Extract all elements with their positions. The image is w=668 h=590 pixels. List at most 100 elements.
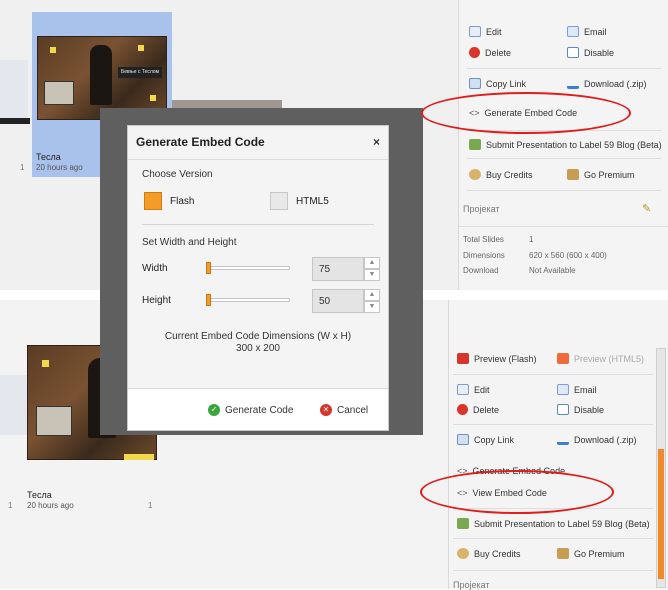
email-action[interactable]: Email [557, 384, 597, 395]
screen-graphic [44, 81, 74, 105]
actions-panel-top: Edit Email Delete Disable Copy Link Down… [458, 0, 668, 290]
generate-code-label: Generate Code [225, 404, 294, 416]
height-label: Height [142, 295, 171, 306]
partial-thumbnail[interactable] [0, 375, 28, 435]
credits-icon [457, 548, 469, 559]
submit-presentation-label: Submit Presentation to Label 59 Blog (Be… [474, 518, 650, 529]
pencil-icon[interactable]: ✎ [642, 202, 651, 215]
height-slider-handle[interactable] [206, 294, 211, 306]
check-icon: ✓ [208, 404, 220, 416]
copy-link-action[interactable]: Copy Link [469, 78, 526, 89]
submit-presentation-action[interactable]: Submit Presentation to Label 59 Blog (Be… [469, 139, 662, 150]
edit-label: Edit [486, 26, 502, 37]
stepper-down-icon[interactable]: ▼ [364, 269, 380, 281]
email-icon [567, 26, 579, 37]
generate-code-button[interactable]: ✓ Generate Code [208, 404, 293, 416]
preview-flash-action[interactable]: Preview (Flash) [457, 353, 537, 364]
download-label: Download (.zip) [584, 78, 647, 89]
cancel-icon: ✕ [320, 404, 332, 416]
dimensions-label: Dimensions [463, 251, 505, 260]
email-label: Email [584, 26, 607, 37]
set-size-heading: Set Width and Height [142, 237, 237, 248]
dialog-footer: ✓ Generate Code ✕ Cancel [128, 388, 388, 430]
premium-icon [567, 169, 579, 180]
stepper-down-icon[interactable]: ▼ [364, 301, 380, 313]
delete-icon [469, 47, 480, 58]
height-slider-track[interactable] [206, 298, 290, 302]
thumbnail-caption-bar [124, 454, 154, 460]
height-input[interactable]: 50 [312, 289, 364, 313]
copy-link-icon [469, 78, 481, 89]
copy-link-label: Copy Link [474, 434, 515, 445]
stepper-up-icon[interactable]: ▲ [364, 257, 380, 269]
disable-label: Disable [574, 404, 605, 415]
dimensions-heading: Current Embed Code Dimensions (W x H) [164, 331, 352, 342]
presentation-slide-count: 1 [148, 501, 153, 510]
go-premium-label: Go Premium [584, 169, 635, 180]
download-label: Download (.zip) [574, 434, 637, 445]
presentation-time: 20 hours ago [27, 501, 74, 510]
total-slides-label: Total Slides [463, 235, 504, 244]
submit-presentation-label: Submit Presentation to Label 59 Blog (Be… [486, 139, 662, 150]
vertical-scrollbar[interactable] [656, 348, 666, 588]
width-stepper[interactable]: ▲ ▼ [364, 257, 380, 281]
partial-thumbnail[interactable] [0, 60, 28, 120]
buy-credits-label: Buy Credits [474, 548, 521, 559]
width-slider-handle[interactable] [206, 262, 211, 274]
copy-link-action[interactable]: Copy Link [457, 434, 514, 445]
screen-graphic [36, 406, 72, 436]
highlight-ellipse [421, 92, 631, 134]
presentation-time: 20 hours ago [36, 163, 83, 172]
choose-version-heading: Choose Version [142, 169, 213, 180]
width-label: Width [142, 263, 168, 274]
edit-action[interactable]: Edit [457, 384, 490, 395]
delete-icon [457, 404, 468, 415]
disable-action[interactable]: Disable [567, 47, 614, 58]
close-icon[interactable]: × [373, 135, 380, 149]
email-action[interactable]: Email [567, 26, 607, 37]
generate-embed-code-dialog: Generate Embed Code × Choose Version Fla… [127, 125, 389, 431]
presentation-title[interactable]: Тесла [27, 490, 52, 500]
premium-icon [557, 548, 569, 559]
html5-icon [557, 353, 569, 364]
go-premium-action[interactable]: Go Premium [567, 169, 635, 180]
flash-option-label[interactable]: Flash [170, 196, 194, 207]
highlight-ellipse [420, 470, 614, 514]
preview-html5-action[interactable]: Preview (HTML5) [557, 353, 644, 364]
partial-thumbnail-bar [0, 118, 30, 124]
download-action[interactable]: Download (.zip) [567, 78, 647, 89]
copy-link-icon [457, 434, 469, 445]
delete-action[interactable]: Delete [457, 404, 499, 415]
submit-presentation-action[interactable]: Submit Presentation to Label 59 Blog (Be… [457, 518, 650, 529]
buy-credits-action[interactable]: Buy Credits [469, 169, 533, 180]
sticky-note-graphic [50, 47, 56, 53]
delete-action[interactable]: Delete [469, 47, 511, 58]
presentation-title[interactable]: Тесла [36, 152, 61, 162]
total-slides-value: 1 [529, 235, 534, 244]
divider [459, 226, 668, 227]
width-input[interactable]: 75 [312, 257, 364, 281]
width-slider-track[interactable] [206, 266, 290, 270]
html5-option-label[interactable]: HTML5 [296, 196, 329, 207]
flash-option-checkbox[interactable] [144, 192, 162, 210]
edit-action[interactable]: Edit [469, 26, 502, 37]
html5-option-checkbox[interactable] [270, 192, 288, 210]
divider [453, 424, 653, 425]
submit-icon [469, 139, 481, 150]
delete-label: Delete [473, 404, 500, 415]
dimensions-value: 620 x 560 (600 x 400) [529, 251, 607, 260]
divider [453, 538, 653, 539]
go-premium-action[interactable]: Go Premium [557, 548, 625, 559]
actions-panel-bottom: Preview (Flash) Preview (HTML5) Edit Ema… [448, 300, 668, 590]
figure-graphic [90, 45, 112, 105]
height-stepper[interactable]: ▲ ▼ [364, 289, 380, 313]
disable-action[interactable]: Disable [557, 404, 604, 415]
disable-icon [567, 47, 579, 58]
disable-icon [557, 404, 569, 415]
buy-credits-action[interactable]: Buy Credits [457, 548, 521, 559]
delete-label: Delete [485, 47, 512, 58]
download-action[interactable]: Download (.zip) [557, 434, 637, 445]
stepper-up-icon[interactable]: ▲ [364, 289, 380, 301]
scrollbar-thumb[interactable] [658, 449, 664, 579]
cancel-button[interactable]: ✕ Cancel [320, 404, 368, 416]
